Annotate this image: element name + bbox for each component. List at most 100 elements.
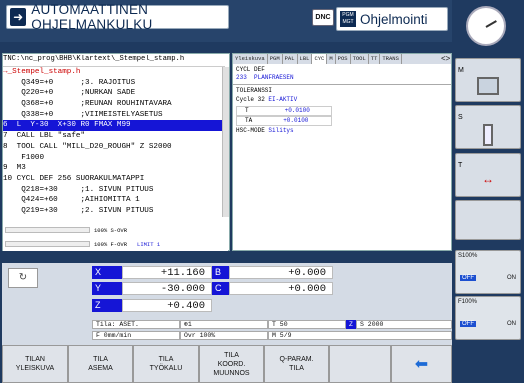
spindle-override-panel[interactable]: S100% OFF ON bbox=[455, 250, 521, 294]
program-line[interactable]: 10 CYCL DEF 256 SUORAKULMATAPPI bbox=[3, 174, 225, 185]
override-bars: 100% S-OVR 100% F-OVR LIMIT 1 bbox=[3, 223, 228, 251]
tab-m[interactable]: M bbox=[327, 54, 336, 64]
tab-tt[interactable]: TT bbox=[369, 54, 381, 64]
tool-change-icon: ↔ bbox=[482, 172, 494, 186]
mode-machine-title[interactable]: ➜ AUTOMAATTINEN OHJELMANKULKU bbox=[6, 2, 229, 32]
axis-x-label: X bbox=[92, 266, 122, 279]
softkey-label: TILA bbox=[158, 356, 174, 363]
ovr-field: Ovr 100% bbox=[180, 331, 268, 340]
s-override-label: S100% bbox=[458, 253, 478, 259]
softkey-label: Q-PARAM. bbox=[279, 356, 314, 363]
status-tabs: Yleiskuva PGM PAL LBL CYC M POS TOOL TT TRANS bbox=[233, 54, 451, 64]
datum-field: ⊕1 bbox=[180, 320, 268, 329]
axis-c-value: +0.000 bbox=[229, 282, 333, 295]
softkey-status-overview[interactable]: TILAN YLEISKUVA bbox=[2, 345, 68, 383]
program-line[interactable]: Q338=+0 ;VIIMEISTELYASETUS bbox=[3, 110, 225, 121]
softkey-label: MUUNNOS bbox=[213, 369, 250, 377]
axis-y-label: Y bbox=[92, 282, 122, 295]
tab-pos[interactable]: POS bbox=[336, 54, 351, 64]
f-ovr-bar bbox=[5, 241, 90, 247]
tab-pgm[interactable]: PGM bbox=[268, 54, 283, 64]
off-toggle[interactable]: OFF bbox=[460, 321, 476, 327]
status-pane bbox=[232, 53, 452, 251]
program-path: TNC:\nc_prog\BHB\Klartext\_Stempel_stamp… bbox=[3, 55, 225, 67]
axis-b-value: +0.000 bbox=[229, 266, 333, 279]
program-line[interactable]: 9 M3 bbox=[3, 163, 225, 174]
scrollbar[interactable] bbox=[222, 67, 229, 217]
programming-title: Ohjelmointi bbox=[360, 11, 428, 27]
program-line[interactable]: Q424=+60 ;AIHIOMITTA 1 bbox=[3, 195, 225, 206]
on-toggle[interactable]: ON bbox=[507, 321, 516, 327]
clock-icon bbox=[466, 6, 506, 46]
cycle32-label: Cycle 32 bbox=[236, 96, 265, 103]
tab-lbl[interactable]: LBL bbox=[298, 54, 313, 64]
tab-trans[interactable]: TRANS bbox=[380, 54, 402, 64]
softkey-label: TILA bbox=[93, 356, 108, 363]
softkey-label: KOORD. bbox=[217, 360, 246, 368]
program-line[interactable]: Q368=+0 ;REUNAN ROUHINTAVARA bbox=[3, 99, 225, 110]
limit-label: LIMIT 1 bbox=[137, 240, 161, 248]
dnc-button[interactable]: DNC bbox=[312, 9, 334, 26]
softkey-q-param-status[interactable]: Q-PARAM. TILA bbox=[264, 345, 329, 383]
program-line[interactable]: Q219=+30 ;2. SIVUN PITUUS bbox=[3, 206, 225, 217]
cycl-def-block: CYCL DEF 233 PLANFRAESEN bbox=[236, 66, 294, 82]
t-label: T bbox=[245, 107, 249, 114]
off-toggle[interactable]: OFF bbox=[460, 275, 476, 281]
t-label: T bbox=[458, 162, 463, 169]
axis-c-label: C bbox=[212, 282, 229, 295]
t-row: T +0.0100 bbox=[236, 106, 332, 116]
f-override-label: F100% bbox=[458, 299, 478, 305]
program-line[interactable]: Q218=+30 ;1. SIVUN PITUUS bbox=[3, 185, 225, 196]
refresh-icon[interactable]: ↻ bbox=[8, 268, 38, 288]
tab-pal[interactable]: PAL bbox=[283, 54, 298, 64]
ta-row: TA +0.0100 bbox=[236, 116, 332, 126]
program-line[interactable]: 7 CALL LBL "safe" bbox=[3, 131, 225, 142]
s-ovr-label: 100% S-OVR bbox=[94, 226, 128, 234]
softkey-page-back[interactable]: ⬅ bbox=[391, 345, 452, 383]
s-label: S bbox=[458, 114, 463, 121]
program-line[interactable]: 6 L Y-30 X+30 R0 FMAX M99 bbox=[3, 120, 225, 132]
spindle-icon bbox=[483, 124, 493, 146]
cycl-def-value: 233 PLANFRAESEN bbox=[236, 74, 294, 81]
feed-override-panel[interactable]: F100% OFF ON bbox=[455, 296, 521, 340]
program-line[interactable]: Q349=+0 ;3. RAJOITUS bbox=[3, 78, 225, 89]
machine-icon bbox=[477, 77, 499, 95]
ta-value: +0.0100 bbox=[283, 117, 309, 124]
softkey-status-coord-transform[interactable]: TILA KOORD. MUUNNOS bbox=[199, 345, 264, 383]
axis-x-value: +11.160 bbox=[122, 266, 212, 279]
softkey-label: TYÖKALU bbox=[149, 365, 183, 372]
tab-tool[interactable]: TOOL bbox=[351, 54, 369, 64]
on-toggle[interactable]: ON bbox=[507, 275, 516, 281]
datum-value: 1 bbox=[187, 321, 192, 328]
m-function-button[interactable]: M bbox=[455, 58, 521, 102]
softkey-status-tool[interactable]: TILA TYÖKALU bbox=[133, 345, 199, 383]
tool-field: T 50 bbox=[268, 320, 346, 329]
empty-vertical-button[interactable] bbox=[455, 200, 521, 240]
t-value: +0.0100 bbox=[284, 107, 310, 114]
ta-label: TA bbox=[245, 117, 253, 124]
mode-programming-title[interactable]: PGM MGT Ohjelmointi bbox=[336, 7, 448, 31]
tab-arrows-icon[interactable]: <> bbox=[441, 54, 450, 63]
program-line[interactable]: Q220=+0 ;NURKAN SADE bbox=[3, 88, 225, 99]
hsc-value: Silitys bbox=[268, 127, 294, 134]
softkey-label: TILA bbox=[224, 351, 239, 359]
program-line[interactable]: F1000 bbox=[3, 153, 225, 164]
softkey-status-position[interactable]: TILA ASEMA bbox=[68, 345, 133, 383]
cycle32-value: EI-AKTIV bbox=[268, 96, 298, 103]
spindle-field: S 2000 bbox=[356, 320, 452, 329]
cycl-def-label: CYCL DEF bbox=[236, 66, 265, 73]
m-label: M bbox=[458, 67, 464, 74]
softkey-empty[interactable] bbox=[329, 345, 391, 383]
program-line[interactable]: 8 TOOL CALL "MILL_D20_ROUGH" Z S2000 bbox=[3, 142, 225, 153]
divider bbox=[233, 84, 451, 85]
softkey-label: ASEMA bbox=[88, 365, 113, 372]
tab-cyc[interactable]: CYC bbox=[312, 54, 328, 64]
axis-b-label: B bbox=[212, 266, 229, 279]
program-line[interactable]: →_Stempel_stamp.h bbox=[3, 67, 225, 78]
softkey-label: TILA bbox=[289, 365, 304, 372]
pgm-mgt-icon: PGM MGT bbox=[340, 11, 356, 27]
s-function-button[interactable]: S bbox=[455, 105, 521, 149]
mode-title: AUTOMAATTINEN OHJELMANKULKU bbox=[31, 2, 153, 32]
t-function-button[interactable]: T ↔ bbox=[455, 153, 521, 197]
tab-yleiskuva[interactable]: Yleiskuva bbox=[233, 54, 268, 64]
